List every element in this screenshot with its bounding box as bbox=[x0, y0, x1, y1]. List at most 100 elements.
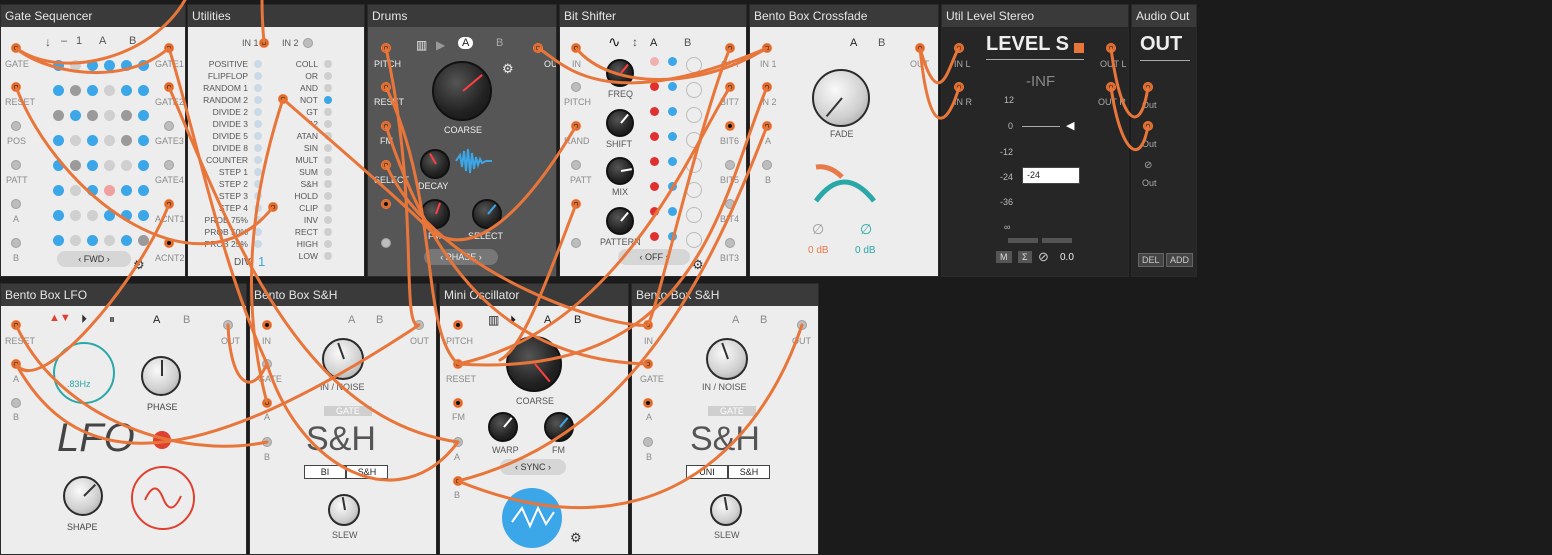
step-cell[interactable] bbox=[87, 135, 98, 146]
step-cell[interactable] bbox=[70, 85, 81, 96]
bit-cell[interactable] bbox=[668, 157, 677, 166]
coarse-knob[interactable] bbox=[432, 61, 492, 121]
slot-a[interactable]: A bbox=[544, 314, 551, 326]
slot-a[interactable]: A bbox=[732, 314, 739, 326]
mode-selector[interactable]: ‹ FWD › bbox=[57, 251, 131, 267]
piano-icon[interactable]: ▥ bbox=[416, 38, 427, 52]
step-cell[interactable] bbox=[87, 185, 98, 196]
patch-jack[interactable] bbox=[262, 398, 272, 408]
step-cell[interactable] bbox=[53, 135, 64, 146]
patch-jack[interactable] bbox=[954, 43, 964, 53]
step-cell[interactable] bbox=[53, 185, 64, 196]
slot-a[interactable]: A bbox=[153, 314, 160, 326]
patch-jack[interactable] bbox=[762, 160, 772, 170]
utility-jack[interactable] bbox=[254, 240, 262, 248]
select-knob[interactable] bbox=[472, 199, 502, 229]
patch-jack[interactable] bbox=[259, 38, 269, 48]
patch-jack[interactable] bbox=[164, 238, 174, 248]
module-title[interactable]: Drums bbox=[368, 5, 556, 27]
module-title[interactable]: Bento Box S&H bbox=[632, 284, 818, 306]
utility-jack[interactable] bbox=[254, 120, 262, 128]
utility-jack[interactable] bbox=[324, 204, 332, 212]
play-icon[interactable]: ⏵ bbox=[81, 312, 87, 327]
step-cell[interactable] bbox=[104, 210, 115, 221]
patch-jack[interactable] bbox=[262, 359, 272, 369]
fade-knob[interactable] bbox=[812, 69, 870, 127]
module-title[interactable]: Mini Oscillator bbox=[440, 284, 628, 306]
step-cell[interactable] bbox=[70, 135, 81, 146]
step-cell[interactable] bbox=[53, 60, 64, 71]
utility-jack[interactable] bbox=[324, 72, 332, 80]
gear-icon[interactable]: ⚙ bbox=[692, 257, 704, 273]
patch-jack[interactable] bbox=[725, 160, 735, 170]
step-cell[interactable] bbox=[138, 185, 149, 196]
utility-jack[interactable] bbox=[254, 180, 262, 188]
add-button[interactable]: ADD bbox=[1166, 253, 1194, 267]
slot-b[interactable]: B bbox=[574, 314, 581, 326]
module-title[interactable]: Util Level Stereo bbox=[942, 5, 1128, 27]
piano-icon[interactable]: ▥ bbox=[488, 313, 499, 327]
patch-jack[interactable] bbox=[725, 199, 735, 209]
utility-jack[interactable] bbox=[254, 132, 262, 140]
in-noise-knob[interactable] bbox=[706, 338, 748, 380]
patch-jack[interactable] bbox=[381, 160, 391, 170]
utility-jack[interactable] bbox=[254, 204, 262, 212]
bit-cell[interactable] bbox=[668, 232, 677, 241]
slew-knob[interactable] bbox=[710, 494, 742, 526]
module-title[interactable]: Bento Box Crossfade bbox=[750, 5, 938, 27]
utility-jack[interactable] bbox=[324, 168, 332, 176]
bit-cell[interactable] bbox=[668, 57, 677, 66]
pause-icon[interactable]: ⏸ bbox=[109, 312, 115, 327]
step-cell[interactable] bbox=[121, 160, 132, 171]
utility-jack[interactable] bbox=[254, 96, 262, 104]
patch-jack[interactable] bbox=[11, 320, 21, 330]
slot-b[interactable]: B bbox=[760, 314, 767, 326]
utility-jack[interactable] bbox=[254, 60, 262, 68]
step-cell[interactable] bbox=[70, 185, 81, 196]
mode-selector[interactable]: ‹ OFF › bbox=[618, 249, 690, 265]
bi-button[interactable]: BI bbox=[304, 465, 346, 479]
step-cell[interactable] bbox=[121, 60, 132, 71]
step-cell[interactable] bbox=[87, 85, 98, 96]
step-cell[interactable] bbox=[138, 60, 149, 71]
patch-jack[interactable] bbox=[381, 199, 391, 209]
bit-cell[interactable] bbox=[650, 157, 659, 166]
patch-jack[interactable] bbox=[762, 82, 772, 92]
sh-mode-button[interactable]: S&H bbox=[346, 465, 388, 479]
patch-jack[interactable] bbox=[453, 320, 463, 330]
updown-icon[interactable]: ↕ bbox=[632, 35, 638, 49]
bit-cell[interactable] bbox=[686, 182, 702, 198]
patch-jack[interactable] bbox=[262, 320, 272, 330]
bit-cell[interactable] bbox=[650, 207, 659, 216]
phase-invert-icon[interactable]: ⊘ bbox=[1038, 249, 1049, 265]
utility-jack[interactable] bbox=[324, 96, 332, 104]
fm-knob[interactable] bbox=[544, 412, 574, 442]
patch-jack[interactable] bbox=[725, 238, 735, 248]
utility-jack[interactable] bbox=[254, 192, 262, 200]
utility-jack[interactable] bbox=[324, 240, 332, 248]
shape-knob[interactable] bbox=[63, 476, 103, 516]
module-title[interactable]: Gate Sequencer bbox=[1, 5, 185, 27]
bit-cell[interactable] bbox=[668, 82, 677, 91]
freq-knob[interactable] bbox=[606, 59, 634, 87]
gear-icon[interactable]: ⚙ bbox=[502, 61, 514, 77]
step-cell[interactable] bbox=[70, 160, 81, 171]
bit-cell[interactable] bbox=[668, 182, 677, 191]
patch-jack[interactable] bbox=[571, 199, 581, 209]
del-button[interactable]: DEL bbox=[1138, 253, 1164, 267]
phase-knob[interactable] bbox=[141, 356, 181, 396]
patch-jack[interactable] bbox=[725, 82, 735, 92]
level-input[interactable]: -24 bbox=[1022, 167, 1080, 184]
utility-jack[interactable] bbox=[324, 144, 332, 152]
patch-jack[interactable] bbox=[1106, 43, 1116, 53]
step-cell[interactable] bbox=[138, 210, 149, 221]
patch-jack[interactable] bbox=[381, 121, 391, 131]
step-cell[interactable] bbox=[53, 235, 64, 246]
step-cell[interactable] bbox=[53, 85, 64, 96]
slot-b[interactable]: B bbox=[684, 37, 691, 49]
arrow-icon[interactable]: ↓ bbox=[45, 35, 51, 49]
coarse-knob[interactable] bbox=[506, 336, 562, 392]
utility-jack[interactable] bbox=[324, 84, 332, 92]
slot-b[interactable]: B bbox=[183, 314, 190, 326]
step-cell[interactable] bbox=[53, 210, 64, 221]
